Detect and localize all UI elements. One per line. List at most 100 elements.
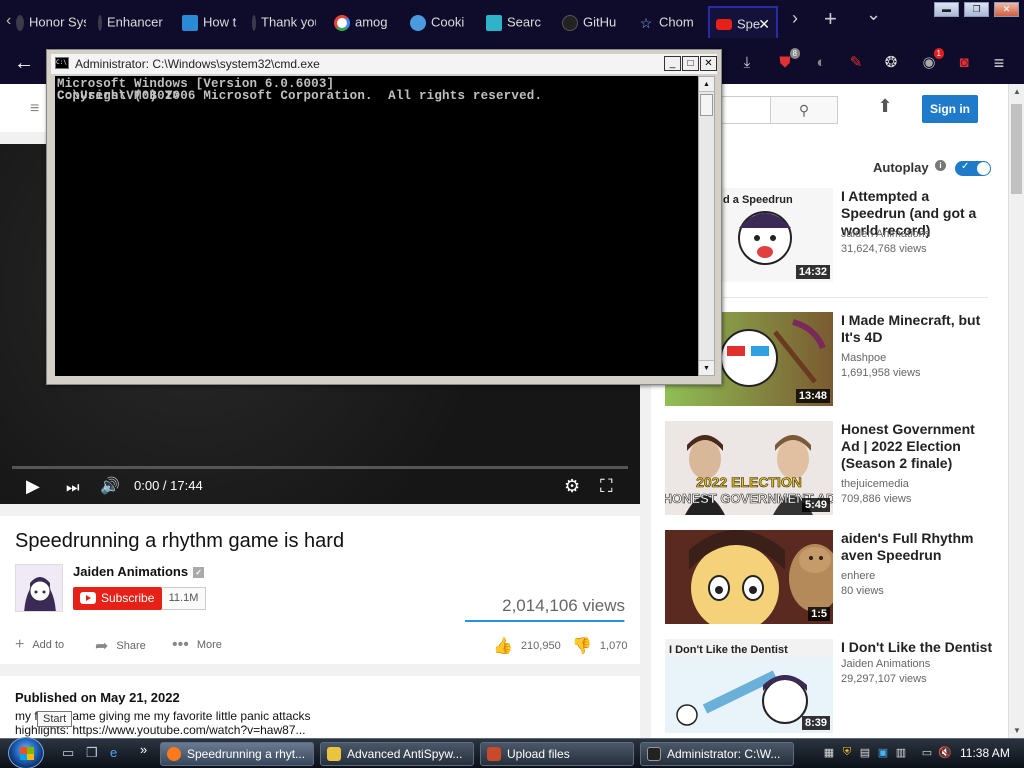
subscriber-count: 11.1M: [162, 587, 206, 610]
back-arrow-icon[interactable]: ←: [14, 52, 34, 75]
tab-enhancer[interactable]: Enhancer: [98, 6, 164, 38]
star-icon: ☆: [639, 14, 653, 31]
video-thumbnail[interactable]: 1:5: [665, 530, 833, 624]
taskbar-button-upload-files[interactable]: Upload files: [480, 742, 634, 766]
info-icon[interactable]: i: [935, 160, 946, 171]
tab-list-chevron-icon[interactable]: ⌄: [866, 4, 881, 25]
related-video-views: 1,691,958 views: [841, 367, 921, 379]
tab-cookie[interactable]: Cooki: [410, 6, 468, 38]
tab-favicon: [252, 14, 256, 31]
cmd-window[interactable]: C:\ Administrator: C:\Windows\system32\c…: [46, 49, 722, 385]
system-clock[interactable]: 11:38 AM: [960, 746, 1010, 760]
tray-monitor-icon[interactable]: ▭: [920, 746, 934, 760]
sign-in-button[interactable]: Sign in: [922, 95, 978, 123]
switch-windows-icon[interactable]: ❒: [86, 745, 102, 761]
cmd-close-button[interactable]: ✕: [700, 56, 717, 71]
cmd-title-bar[interactable]: C:\ Administrator: C:\Windows\system32\c…: [51, 54, 717, 74]
notification-extension-icon[interactable]: ◉ 1: [920, 48, 944, 72]
tab-thank-you[interactable]: Thank you: [252, 6, 316, 38]
cmd-minimize-button[interactable]: _: [664, 56, 681, 71]
settings-gear-icon[interactable]: ⚙: [564, 476, 580, 497]
mask-extension-icon[interactable]: ❂: [882, 54, 900, 72]
like-ratio-bar: [465, 620, 625, 622]
window-restore-button[interactable]: ❐: [964, 2, 989, 17]
volume-muted-icon[interactable]: 🔇: [938, 746, 952, 760]
security-shield-icon[interactable]: ⛨: [840, 746, 854, 760]
new-tab-icon[interactable]: +: [824, 6, 837, 32]
related-video-item[interactable]: 2022 ELECTION HONEST GOVERNMENT AD 5:49 …: [665, 421, 995, 516]
tab-google-search[interactable]: amog: [334, 6, 394, 38]
related-video-title[interactable]: Honest Government Ad | 2022 Election (Se…: [841, 421, 995, 472]
upload-icon[interactable]: ⬆: [874, 96, 896, 120]
fullscreen-icon[interactable]: ⛶: [600, 476, 613, 497]
related-video-item[interactable]: I Don't Like the Dentist 8:39 I Don't Li…: [665, 639, 995, 734]
tray-device-icon[interactable]: ▥: [894, 746, 908, 760]
tray-app-icon[interactable]: ▤: [858, 746, 872, 760]
like-button[interactable]: 👍 210,950: [493, 636, 561, 656]
taskbar-button-firefox[interactable]: Speedrunning a rhyt...: [160, 742, 314, 766]
ublock-icon[interactable]: ⛊ 8: [776, 48, 800, 72]
related-video-title[interactable]: aiden's Full Rhythm aven Speedrun: [841, 530, 995, 564]
related-video-channel: thejuicemedia: [841, 478, 909, 490]
tab-github[interactable]: GitHu: [562, 6, 622, 38]
camera-icon[interactable]: ◙: [955, 54, 973, 72]
video-thumbnail[interactable]: I Don't Like the Dentist 8:39: [665, 639, 833, 733]
start-button[interactable]: [8, 737, 44, 768]
video-thumbnail[interactable]: 2022 ELECTION HONEST GOVERNMENT AD 5:49: [665, 421, 833, 515]
scroll-down-arrow-icon[interactable]: ▼: [699, 360, 714, 375]
video-progress-bar[interactable]: [12, 466, 628, 469]
volume-icon[interactable]: 🔊: [100, 476, 120, 496]
magic-wand-icon[interactable]: ✎: [847, 54, 865, 72]
quick-launch-more-icon[interactable]: »: [140, 742, 156, 758]
tab-speedrunning-active[interactable]: Spe ✕: [708, 6, 778, 38]
autoplay-toggle[interactable]: ✓: [955, 161, 991, 176]
toggle-knob: [977, 162, 990, 175]
avatar-drawing: [16, 565, 62, 611]
scrollbar-thumb[interactable]: [700, 94, 713, 116]
tab-honor-system[interactable]: Honor Sys: [16, 6, 86, 38]
network-tray-icon[interactable]: ▦: [822, 746, 836, 760]
youtube-icon: [716, 19, 732, 31]
github-icon: [562, 14, 578, 31]
next-video-icon[interactable]: ⏭: [66, 479, 80, 496]
cmd-console-output[interactable]: Microsoft Windows [Version 6.0.6003] Cop…: [55, 76, 698, 376]
ghost-extension-icon[interactable]: ◐: [812, 54, 830, 72]
download-icon[interactable]: ⤓: [738, 54, 756, 72]
show-desktop-icon[interactable]: ▭: [62, 745, 78, 761]
channel-avatar[interactable]: [15, 564, 63, 612]
scroll-up-arrow-icon[interactable]: ▲: [699, 77, 714, 92]
internet-explorer-icon[interactable]: e: [110, 745, 126, 761]
window-minimize-button[interactable]: ▬: [934, 2, 959, 17]
scrollbar-thumb[interactable]: [1011, 104, 1022, 194]
window-close-button[interactable]: ✕: [994, 2, 1019, 17]
scroll-down-arrow-icon[interactable]: ▼: [1013, 726, 1021, 735]
menu-icon[interactable]: ≡: [990, 54, 1008, 72]
tab-chom[interactable]: ☆ Chom: [638, 6, 700, 38]
share-button[interactable]: ➦ Share: [95, 636, 146, 656]
tab-how-to[interactable]: How t: [182, 6, 242, 38]
google-icon: [334, 14, 350, 31]
add-to-button[interactable]: + Add to: [15, 636, 64, 654]
taskbar-button-cmd[interactable]: Administrator: C:\W...: [640, 742, 794, 766]
cmd-maximize-button[interactable]: □: [682, 56, 699, 71]
more-button[interactable]: ••• More: [172, 636, 222, 654]
thumbs-up-icon: 👍: [493, 638, 513, 655]
tab-search[interactable]: Searc: [486, 6, 546, 38]
guide-menu-icon[interactable]: ≡: [30, 100, 39, 118]
search-button[interactable]: ⚲: [770, 96, 838, 124]
dislike-button[interactable]: 👎 1,070: [572, 636, 627, 656]
related-video-item[interactable]: 1:5 aiden's Full Rhythm aven Speedrun en…: [665, 530, 995, 625]
channel-name[interactable]: Jaiden Animations ✓: [73, 564, 205, 579]
taskbar-button-antispyware[interactable]: Advanced AntiSpyw...: [320, 742, 474, 766]
more-dots-icon: •••: [172, 636, 189, 653]
page-scrollbar[interactable]: ▲ ▼: [1008, 84, 1024, 738]
tray-update-icon[interactable]: ▣: [876, 746, 890, 760]
tab-close-icon[interactable]: ✕: [758, 8, 770, 38]
tab-scroll-right-icon[interactable]: ›: [792, 8, 798, 29]
related-video-title[interactable]: I Don't Like the Dentist: [841, 639, 995, 656]
subscribe-button[interactable]: Subscribe: [73, 587, 162, 610]
scroll-up-arrow-icon[interactable]: ▲: [1013, 87, 1021, 96]
related-video-title[interactable]: I Made Minecraft, but It's 4D: [841, 312, 995, 346]
play-icon[interactable]: ▶: [26, 476, 40, 497]
cmd-scrollbar[interactable]: ▲ ▼: [698, 76, 715, 376]
